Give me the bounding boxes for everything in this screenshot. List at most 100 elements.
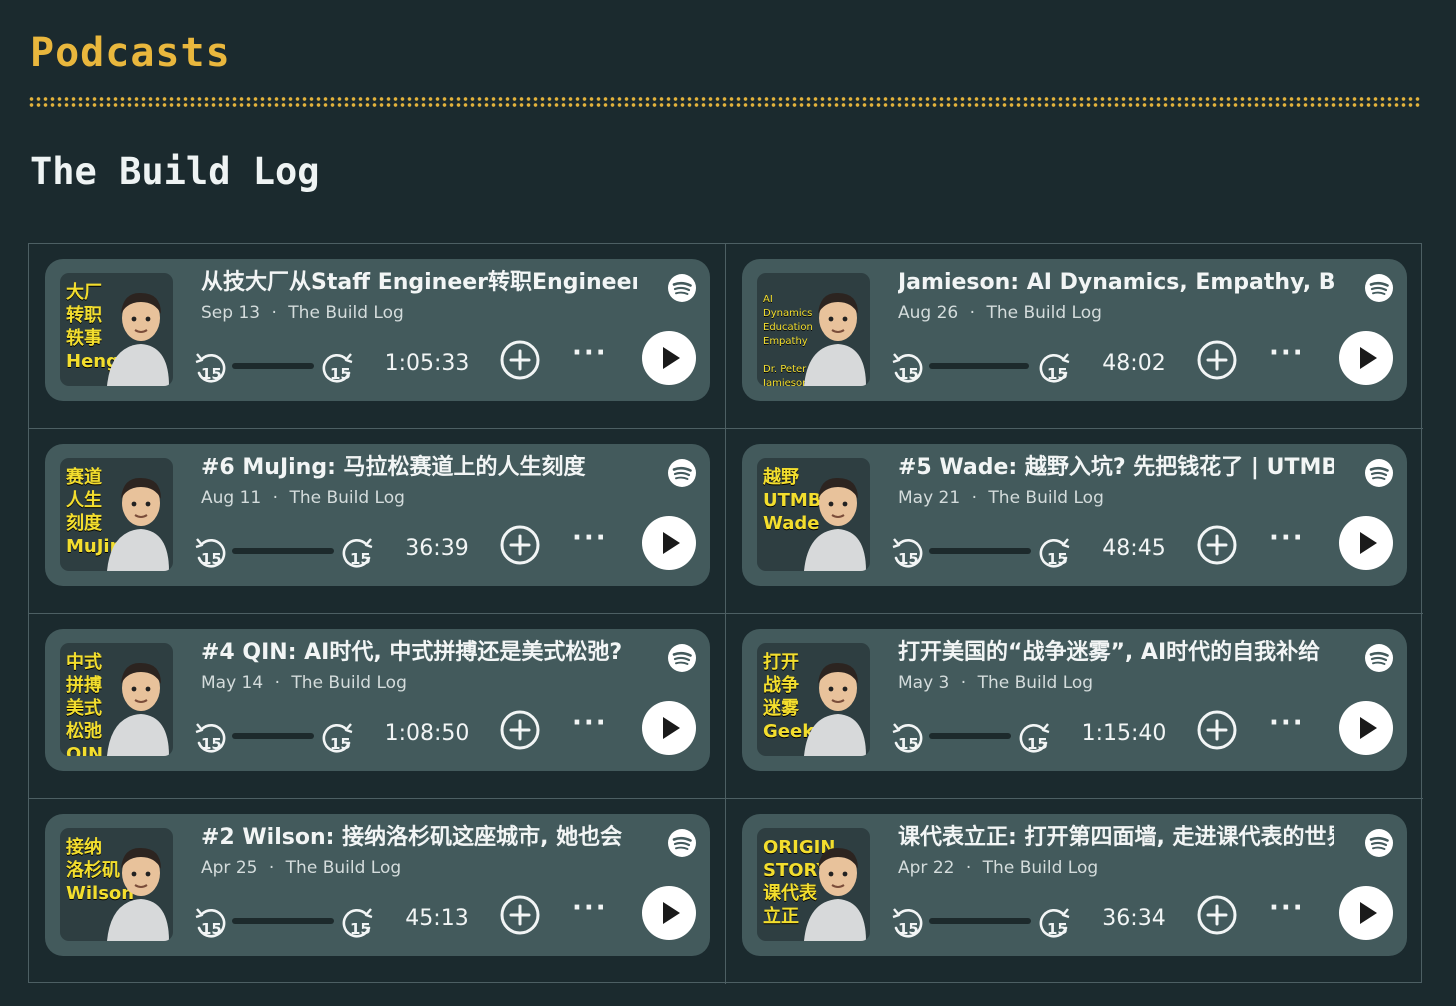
episode-date: May 3: [898, 673, 950, 693]
spotify-icon[interactable]: [667, 458, 697, 488]
skip-forward-15-icon[interactable]: 15: [1018, 719, 1052, 753]
episode-card[interactable]: 赛道 人生 刻度 MuJing #6 MuJing: 马拉松赛道上的人生刻度 A…: [45, 444, 710, 586]
episode-meta: Aug 26 · The Build Log: [898, 303, 1102, 323]
add-circle-icon[interactable]: [1196, 894, 1238, 936]
skip-forward-15-icon[interactable]: 15: [321, 719, 355, 753]
spotify-icon[interactable]: [1364, 828, 1394, 858]
skip-forward-15-icon[interactable]: 15: [1038, 904, 1072, 938]
episode-cover[interactable]: 中式 拼搏 美式 松弛 QIN: [60, 643, 173, 756]
episode-cover[interactable]: 越野 UTMB Wade: [757, 458, 870, 571]
add-circle-icon[interactable]: [1196, 709, 1238, 751]
episode-title[interactable]: #5 Wade: 越野入坑? 先把钱花了 | UTMB: [898, 452, 1334, 484]
episode-cover[interactable]: ORIGIN STORY 课代表立正: [757, 828, 870, 941]
episode-show[interactable]: The Build Log: [988, 488, 1103, 508]
episode-show[interactable]: The Build Log: [986, 303, 1101, 323]
skip-forward-15-icon[interactable]: 15: [1038, 349, 1072, 383]
spotify-icon[interactable]: [1364, 643, 1394, 673]
add-circle-icon[interactable]: [499, 524, 541, 566]
skip-back-15-icon[interactable]: 15: [193, 534, 227, 568]
episode-show[interactable]: The Build Log: [978, 673, 1093, 693]
spotify-icon[interactable]: [1364, 273, 1394, 303]
skip-forward-15-icon[interactable]: 15: [1038, 534, 1072, 568]
episode-title[interactable]: #4 QIN: AI时代, 中式拼搏还是美式松弛?: [201, 637, 637, 669]
episode-cover[interactable]: 接纳 洛杉矶 Wilson: [60, 828, 173, 941]
episode-title[interactable]: #2 Wilson: 接纳洛杉矶这座城市, 她也会: [201, 822, 637, 854]
episode-cover[interactable]: AI Dynamics Education Empathy Dr. Peter …: [757, 273, 870, 386]
play-button[interactable]: [642, 516, 696, 570]
add-circle-icon[interactable]: [499, 339, 541, 381]
spotify-icon[interactable]: [667, 273, 697, 303]
svg-text:15: 15: [1047, 365, 1068, 383]
skip-forward-15-icon[interactable]: 15: [341, 904, 375, 938]
grid-cell: 大厂 转职 轶事 Heng 从技大厂从Staff Engineer转职Engin…: [29, 244, 726, 429]
grid-cell: 中式 拼搏 美式 松弛 QIN #4 QIN: AI时代, 中式拼搏还是美式松弛…: [29, 614, 726, 799]
episode-cover[interactable]: 打开 战争 迷雾 GeekPlux: [757, 643, 870, 756]
episode-card[interactable]: AI Dynamics Education Empathy Dr. Peter …: [742, 259, 1407, 401]
more-options-button[interactable]: ···: [572, 710, 612, 743]
progress-track[interactable]: [232, 363, 314, 369]
progress-track[interactable]: [929, 548, 1031, 554]
skip-forward-15-icon[interactable]: 15: [341, 534, 375, 568]
episode-cover[interactable]: 大厂 转职 轶事 Heng: [60, 273, 173, 386]
play-button[interactable]: [1339, 331, 1393, 385]
skip-forward-15-icon[interactable]: 15: [321, 349, 355, 383]
play-button[interactable]: [1339, 701, 1393, 755]
more-options-button[interactable]: ···: [1269, 710, 1309, 743]
meta-separator: ·: [268, 858, 275, 878]
more-options-button[interactable]: ···: [1269, 525, 1309, 558]
spotify-icon[interactable]: [667, 643, 697, 673]
episode-title[interactable]: 打开美国的“战争迷雾”, AI时代的自我补给: [898, 637, 1334, 669]
skip-back-15-icon[interactable]: 15: [890, 719, 924, 753]
progress-track[interactable]: [232, 733, 314, 739]
episode-card[interactable]: 中式 拼搏 美式 松弛 QIN #4 QIN: AI时代, 中式拼搏还是美式松弛…: [45, 629, 710, 771]
episode-cover[interactable]: 赛道 人生 刻度 MuJing: [60, 458, 173, 571]
episode-meta: Apr 22 · The Build Log: [898, 858, 1098, 878]
host-portrait-icon: [804, 292, 866, 386]
play-button[interactable]: [1339, 886, 1393, 940]
svg-text:15: 15: [1047, 920, 1068, 938]
add-circle-icon[interactable]: [1196, 339, 1238, 381]
skip-back-15-icon[interactable]: 15: [890, 349, 924, 383]
episode-show[interactable]: The Build Log: [289, 488, 404, 508]
more-options-button[interactable]: ···: [572, 525, 612, 558]
spotify-icon[interactable]: [667, 828, 697, 858]
episode-show[interactable]: The Build Log: [983, 858, 1098, 878]
episode-card[interactable]: 接纳 洛杉矶 Wilson #2 Wilson: 接纳洛杉矶这座城市, 她也会 …: [45, 814, 710, 956]
progress-track[interactable]: [929, 363, 1029, 369]
add-circle-icon[interactable]: [499, 709, 541, 751]
more-options-button[interactable]: ···: [572, 895, 612, 928]
more-options-button[interactable]: ···: [1269, 895, 1309, 928]
add-circle-icon[interactable]: [499, 894, 541, 936]
skip-back-15-icon[interactable]: 15: [890, 904, 924, 938]
progress-track[interactable]: [929, 733, 1011, 739]
progress-track[interactable]: [929, 918, 1031, 924]
add-circle-icon[interactable]: [1196, 524, 1238, 566]
episode-card[interactable]: 打开 战争 迷雾 GeekPlux 打开美国的“战争迷雾”, AI时代的自我补给…: [742, 629, 1407, 771]
episode-title[interactable]: #6 MuJing: 马拉松赛道上的人生刻度: [201, 452, 637, 484]
episode-title[interactable]: Jamieson: AI Dynamics, Empathy, Be Great: [898, 267, 1334, 299]
episode-show[interactable]: The Build Log: [288, 303, 403, 323]
episode-card[interactable]: ORIGIN STORY 课代表立正 课代表立正: 打开第四面墙, 走进课代表的…: [742, 814, 1407, 956]
episode-card[interactable]: 越野 UTMB Wade #5 Wade: 越野入坑? 先把钱花了 | UTMB…: [742, 444, 1407, 586]
episode-show[interactable]: The Build Log: [291, 673, 406, 693]
svg-text:15: 15: [898, 735, 919, 753]
skip-back-15-icon[interactable]: 15: [193, 904, 227, 938]
play-button[interactable]: [642, 331, 696, 385]
more-options-button[interactable]: ···: [572, 340, 612, 373]
play-button[interactable]: [642, 701, 696, 755]
skip-back-15-icon[interactable]: 15: [193, 719, 227, 753]
spotify-icon[interactable]: [1364, 458, 1394, 488]
play-button[interactable]: [1339, 516, 1393, 570]
progress-track[interactable]: [232, 548, 334, 554]
more-options-button[interactable]: ···: [1269, 340, 1309, 373]
episode-title[interactable]: 从技大厂从Staff Engineer转职Engineering: [201, 267, 637, 299]
episode-duration: 48:45: [1102, 536, 1166, 561]
skip-back-15-icon[interactable]: 15: [193, 349, 227, 383]
episode-title[interactable]: 课代表立正: 打开第四面墙, 走进课代表的世界: [898, 822, 1334, 854]
episode-show[interactable]: The Build Log: [286, 858, 401, 878]
svg-text:15: 15: [350, 920, 371, 938]
episode-card[interactable]: 大厂 转职 轶事 Heng 从技大厂从Staff Engineer转职Engin…: [45, 259, 710, 401]
skip-back-15-icon[interactable]: 15: [890, 534, 924, 568]
progress-track[interactable]: [232, 918, 334, 924]
play-button[interactable]: [642, 886, 696, 940]
